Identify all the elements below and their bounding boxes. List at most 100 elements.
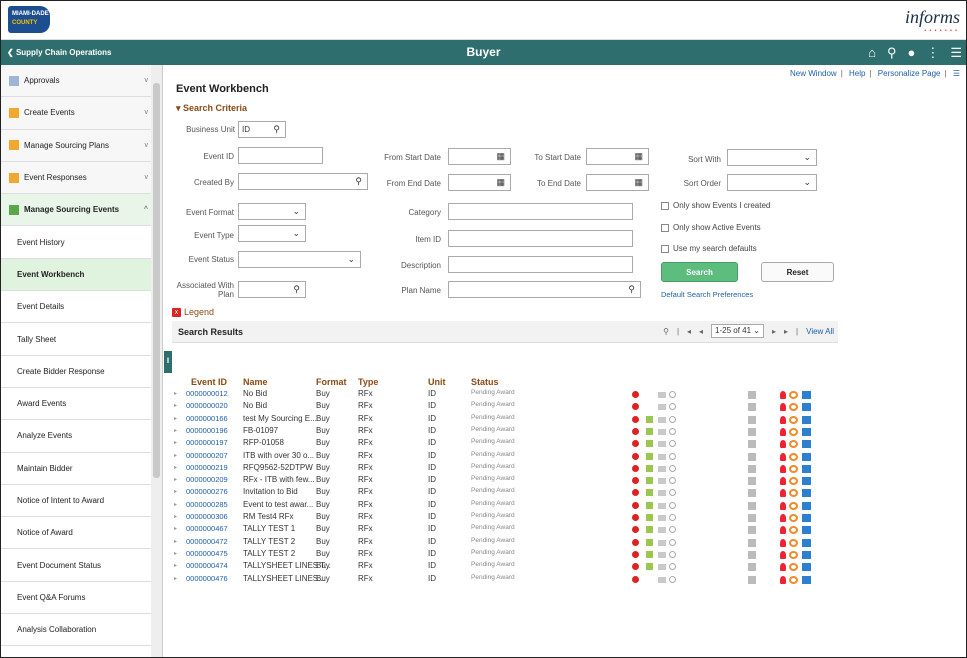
- expand-row-icon[interactable]: ▸: [174, 390, 177, 397]
- award-icon[interactable]: [780, 452, 786, 461]
- category-field[interactable]: [448, 203, 633, 220]
- award-icon[interactable]: [780, 575, 786, 584]
- sidebar-item-event-workbench[interactable]: Event Workbench: [1, 258, 162, 292]
- dropdown-icon[interactable]: ⌄: [347, 254, 355, 265]
- magnify-icon[interactable]: [669, 501, 676, 509]
- magnify-icon[interactable]: [669, 477, 676, 485]
- notes-icon[interactable]: [658, 551, 666, 558]
- sidebar-item-notice-of-intent-to-award[interactable]: Notice of Intent to Award: [1, 484, 162, 518]
- cancel-icon[interactable]: [632, 501, 639, 509]
- col-status[interactable]: Status: [471, 377, 499, 387]
- table-row[interactable]: ▸ 0000000219 RFQ9562-52DTPW Buy RFx ID Pending…: [174, 463, 834, 475]
- refresh-icon[interactable]: [789, 452, 798, 461]
- cancel-icon[interactable]: [632, 452, 639, 460]
- table-row[interactable]: ▸ 0000000475 TALLY TEST 2 Buy RFx ID Pending A…: [174, 549, 834, 561]
- mail-icon[interactable]: [802, 514, 811, 522]
- analyze-icon[interactable]: [748, 415, 756, 424]
- mail-icon[interactable]: [802, 464, 811, 473]
- table-row[interactable]: ▸ 0000000285 Event to test awar... Buy RFx ID…: [174, 500, 834, 512]
- analyze-icon[interactable]: [748, 563, 756, 572]
- mail-icon[interactable]: [802, 526, 811, 535]
- table-row[interactable]: ▸ 0000000306 RM Test4 RFx Buy RFx ID Pending A…: [174, 512, 834, 524]
- notes-icon[interactable]: [658, 453, 666, 460]
- expand-row-icon[interactable]: ▸: [174, 427, 177, 434]
- mail-icon[interactable]: [802, 403, 811, 412]
- event-status-select[interactable]: ⌄: [238, 251, 361, 268]
- magnify-icon[interactable]: [669, 440, 676, 448]
- cancel-icon[interactable]: [632, 403, 639, 411]
- sidebar-item-approvals[interactable]: Approvals v: [1, 65, 162, 98]
- award-icon[interactable]: [780, 550, 786, 559]
- award-icon[interactable]: [780, 514, 786, 522]
- event-id-link[interactable]: 0000000207: [186, 451, 228, 460]
- cancel-icon[interactable]: [632, 526, 639, 534]
- refresh-icon[interactable]: [789, 391, 798, 399]
- expand-row-icon[interactable]: ▸: [174, 476, 177, 483]
- table-row[interactable]: ▸ 0000000207 ITB with over 30 o... Buy RFx ID…: [174, 451, 834, 463]
- mail-icon[interactable]: [802, 489, 811, 498]
- previous-page-icon[interactable]: ◂: [699, 327, 703, 336]
- sidebar-item-award-events[interactable]: Award Events: [1, 387, 162, 421]
- event-id-link[interactable]: 0000000285: [186, 500, 228, 509]
- personalize-page-link[interactable]: Personalize Page: [878, 69, 941, 78]
- edit-icon[interactable]: [646, 427, 653, 435]
- mail-icon[interactable]: [802, 391, 811, 399]
- to-start-date-field[interactable]: ▦: [586, 148, 649, 165]
- expand-row-icon[interactable]: ▸: [174, 439, 177, 446]
- sidebar-item-event-document-status[interactable]: Event Document Status: [1, 549, 162, 582]
- refresh-icon[interactable]: [789, 526, 798, 535]
- cancel-icon[interactable]: [632, 415, 639, 423]
- award-icon[interactable]: [780, 477, 786, 486]
- col-type[interactable]: Type: [358, 377, 378, 387]
- expand-row-icon[interactable]: ▸: [174, 415, 177, 422]
- edit-icon[interactable]: [646, 415, 653, 423]
- analyze-icon[interactable]: [748, 514, 756, 522]
- associated-plan-field[interactable]: ⚲: [238, 281, 306, 298]
- sidebar-item-event-responses[interactable]: Event Responses v: [1, 162, 162, 195]
- event-type-select[interactable]: ⌄: [238, 225, 306, 242]
- magnify-icon[interactable]: [669, 464, 676, 472]
- analyze-icon[interactable]: [748, 550, 756, 559]
- notes-icon[interactable]: [658, 564, 666, 571]
- edit-icon[interactable]: [646, 563, 653, 571]
- magnify-icon[interactable]: [669, 538, 676, 546]
- calendar-icon[interactable]: ▦: [496, 151, 505, 162]
- sidebar-item-notice-of-award[interactable]: Notice of Award: [1, 517, 162, 550]
- sidebar-item-event-q-a-forums[interactable]: Event Q&A Forums: [1, 581, 162, 615]
- edit-icon[interactable]: [646, 501, 653, 509]
- event-id-link[interactable]: 0000000474: [186, 561, 228, 570]
- to-end-date-field[interactable]: ▦: [586, 174, 649, 191]
- checkbox-box[interactable]: [661, 223, 669, 232]
- cancel-icon[interactable]: [632, 464, 639, 472]
- checkbox-box[interactable]: [661, 201, 669, 210]
- more-options-icon[interactable]: ⋮: [926, 45, 939, 61]
- expand-row-icon[interactable]: ▸: [174, 452, 177, 459]
- analyze-icon[interactable]: [748, 452, 756, 461]
- magnify-icon[interactable]: [669, 514, 676, 521]
- reset-button[interactable]: Reset: [761, 262, 834, 282]
- award-icon[interactable]: [780, 440, 786, 449]
- description-field[interactable]: [448, 256, 633, 273]
- refresh-icon[interactable]: [789, 403, 798, 412]
- edit-icon[interactable]: [646, 550, 653, 558]
- refresh-icon[interactable]: [789, 575, 798, 584]
- search-criteria-toggle[interactable]: ▾ Search Criteria: [176, 103, 247, 114]
- event-id-link[interactable]: 0000000012: [186, 389, 228, 398]
- sidebar-item-maintain-bidder[interactable]: Maintain Bidder: [1, 452, 162, 485]
- mail-icon[interactable]: [802, 501, 811, 510]
- sort-with-select[interactable]: ⌄: [727, 149, 817, 166]
- event-id-link[interactable]: 0000000467: [186, 524, 228, 533]
- cancel-icon[interactable]: [632, 391, 639, 398]
- analyze-icon[interactable]: [748, 440, 756, 449]
- item-id-field[interactable]: [448, 230, 633, 247]
- event-id-link[interactable]: 0000000472: [186, 537, 228, 546]
- magnify-icon[interactable]: [669, 489, 676, 497]
- expand-row-icon[interactable]: ▸: [174, 575, 177, 582]
- legend-toggle[interactable]: x Legend: [172, 307, 214, 317]
- magnify-icon[interactable]: [669, 391, 676, 398]
- refresh-icon[interactable]: [789, 538, 798, 547]
- expand-row-icon[interactable]: ▸: [174, 488, 177, 495]
- edit-icon[interactable]: [646, 452, 653, 460]
- sidebar-scroll-thumb[interactable]: [153, 83, 160, 478]
- mail-icon[interactable]: [802, 575, 811, 584]
